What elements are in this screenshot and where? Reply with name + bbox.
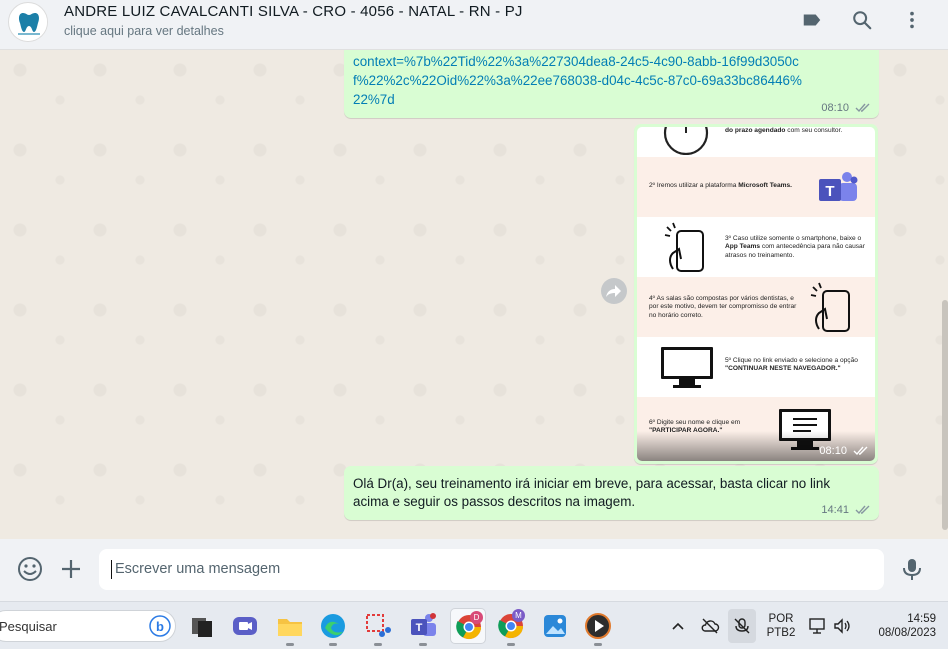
- message-time: 08:10: [819, 445, 847, 457]
- mic-muted-button[interactable]: [728, 609, 756, 643]
- taskbar-search[interactable]: Pesquisar b: [0, 610, 176, 642]
- chat-header[interactable]: ANDRE LUIZ CAVALCANTI SILVA - CRO - 4056…: [0, 0, 948, 50]
- windows-taskbar: Pesquisar b T D M POR PTB2 14:59 08/08/2…: [0, 601, 948, 649]
- play-icon: [585, 613, 611, 639]
- image-step-2: 2º Iremos utilizar a plataforma Microsof…: [637, 157, 875, 217]
- clock[interactable]: 14:59 08/08/2023: [860, 612, 936, 640]
- running-indicator: [286, 643, 294, 646]
- phone-touch-icon: [810, 282, 850, 332]
- message-time: 14:41: [821, 504, 849, 516]
- image-step-1-text: do prazo agendado com seu consultor.: [725, 127, 843, 134]
- photos-icon: [544, 615, 566, 637]
- task-view-icon: [192, 618, 212, 637]
- contact-name[interactable]: ANDRE LUIZ CAVALCANTI SILVA - CRO - 4056…: [64, 3, 523, 20]
- label-icon[interactable]: [801, 9, 823, 31]
- chrome-profile-badge: M: [512, 609, 525, 622]
- message-composer: Escrever uma mensagem: [0, 539, 948, 601]
- double-check-icon: [855, 505, 870, 515]
- double-check-icon: [853, 446, 868, 456]
- phone-touch-icon: [664, 222, 704, 272]
- running-indicator: [419, 643, 427, 646]
- photos-app[interactable]: [541, 612, 569, 640]
- image-step-3: 3º Caso utilize somente o smartphone, ba…: [637, 217, 875, 277]
- chrome-profile-badge: D: [470, 611, 483, 624]
- chat-scrollbar[interactable]: [942, 300, 948, 530]
- image-step-2-text: 2º Iremos utilizar a plataforma Microsof…: [649, 182, 793, 189]
- bing-icon[interactable]: b: [149, 615, 171, 637]
- teams-chat-app[interactable]: [231, 612, 259, 640]
- image-step-3-text: 3º Caso utilize somente o smartphone, ba…: [725, 235, 865, 259]
- emoji-icon[interactable]: [17, 556, 43, 582]
- running-indicator: [374, 643, 382, 646]
- image-step-4: 4º As salas são compostas por vários den…: [637, 277, 875, 337]
- language-indicator[interactable]: POR PTB2: [764, 612, 798, 640]
- attach-plus-icon[interactable]: [58, 556, 84, 582]
- clock-date: 08/08/2023: [878, 627, 936, 639]
- taskbar-search-label: Pesquisar: [0, 619, 57, 634]
- network-icon[interactable]: [808, 616, 828, 636]
- image-step-4-text: 4º As salas são compostas por vários den…: [649, 295, 797, 319]
- snipping-tool-icon: [366, 614, 391, 637]
- message-input[interactable]: Escrever uma mensagem: [99, 549, 884, 590]
- edge-app[interactable]: [319, 612, 347, 646]
- microphone-icon[interactable]: [899, 556, 925, 582]
- file-explorer-app[interactable]: [276, 612, 304, 646]
- clock-time: 14:59: [907, 613, 936, 625]
- keyboard-layout: PTB2: [766, 627, 796, 639]
- chrome-profile-m-app[interactable]: M: [497, 609, 525, 646]
- instruction-image[interactable]: do prazo agendado com seu consultor. 2º …: [637, 127, 875, 461]
- cloud-offline-icon[interactable]: [700, 616, 720, 636]
- image-step-1: do prazo agendado com seu consultor.: [637, 127, 875, 157]
- message-link[interactable]: context=%7b%22Tid%22%3a%227304dea8-24c5-…: [353, 52, 803, 109]
- task-view-app[interactable]: [188, 612, 216, 640]
- message-meta: 14:41: [821, 504, 871, 516]
- microsoft-teams-icon: T: [411, 613, 436, 636]
- message-time: 08:10: [821, 102, 849, 114]
- mic-muted-icon: [734, 618, 750, 634]
- menu-dots-icon[interactable]: [901, 9, 923, 31]
- image-step-5-text: 5º Clique no link enviado e selecione a …: [725, 357, 858, 373]
- message-meta: 08:10: [821, 102, 871, 114]
- chat-area[interactable]: context=%7b%22Tid%22%3a%227304dea8-24c5-…: [0, 50, 948, 539]
- running-indicator: [594, 643, 602, 646]
- chevron-up-icon[interactable]: [670, 618, 686, 634]
- contact-details-link[interactable]: clique aqui para ver detalhes: [64, 24, 224, 38]
- meet-icon: [233, 617, 257, 635]
- chrome-profile-d-app[interactable]: D: [450, 608, 486, 644]
- message-bubble-link[interactable]: context=%7b%22Tid%22%3a%227304dea8-24c5-…: [344, 50, 879, 118]
- microsoft-teams-icon: T: [819, 172, 858, 201]
- snipping-tool-app[interactable]: [364, 612, 392, 646]
- language-code: POR: [768, 613, 794, 625]
- volume-icon[interactable]: [832, 616, 852, 636]
- message-text: Olá Dr(a), seu treinamento irá iniciar e…: [353, 476, 831, 509]
- message-bubble-image[interactable]: do prazo agendado com seu consultor. 2º …: [634, 124, 878, 464]
- svg-text:T: T: [416, 622, 423, 634]
- image-step-5: 5º Clique no link enviado e selecione a …: [637, 337, 875, 397]
- contact-avatar[interactable]: [8, 2, 48, 42]
- microsoft-teams-app[interactable]: T: [409, 612, 437, 646]
- text-caret: [111, 560, 112, 579]
- svg-text:b: b: [156, 619, 164, 634]
- image-message-meta: 08:10: [819, 445, 869, 457]
- search-icon[interactable]: [851, 9, 873, 31]
- running-indicator: [507, 643, 515, 646]
- forward-arrow-icon: [606, 285, 621, 297]
- clock-icon: [663, 127, 709, 155]
- running-indicator: [329, 643, 337, 646]
- forward-button[interactable]: [601, 278, 627, 304]
- edge-icon: [321, 614, 345, 638]
- double-check-icon: [855, 103, 870, 113]
- media-player-app[interactable]: [584, 612, 612, 646]
- monitor-icon: [661, 347, 713, 388]
- message-bubble-text[interactable]: Olá Dr(a), seu treinamento irá iniciar e…: [344, 466, 879, 520]
- svg-text:T: T: [825, 183, 834, 200]
- message-input-placeholder: Escrever uma mensagem: [115, 561, 281, 577]
- folder-icon: [278, 619, 302, 636]
